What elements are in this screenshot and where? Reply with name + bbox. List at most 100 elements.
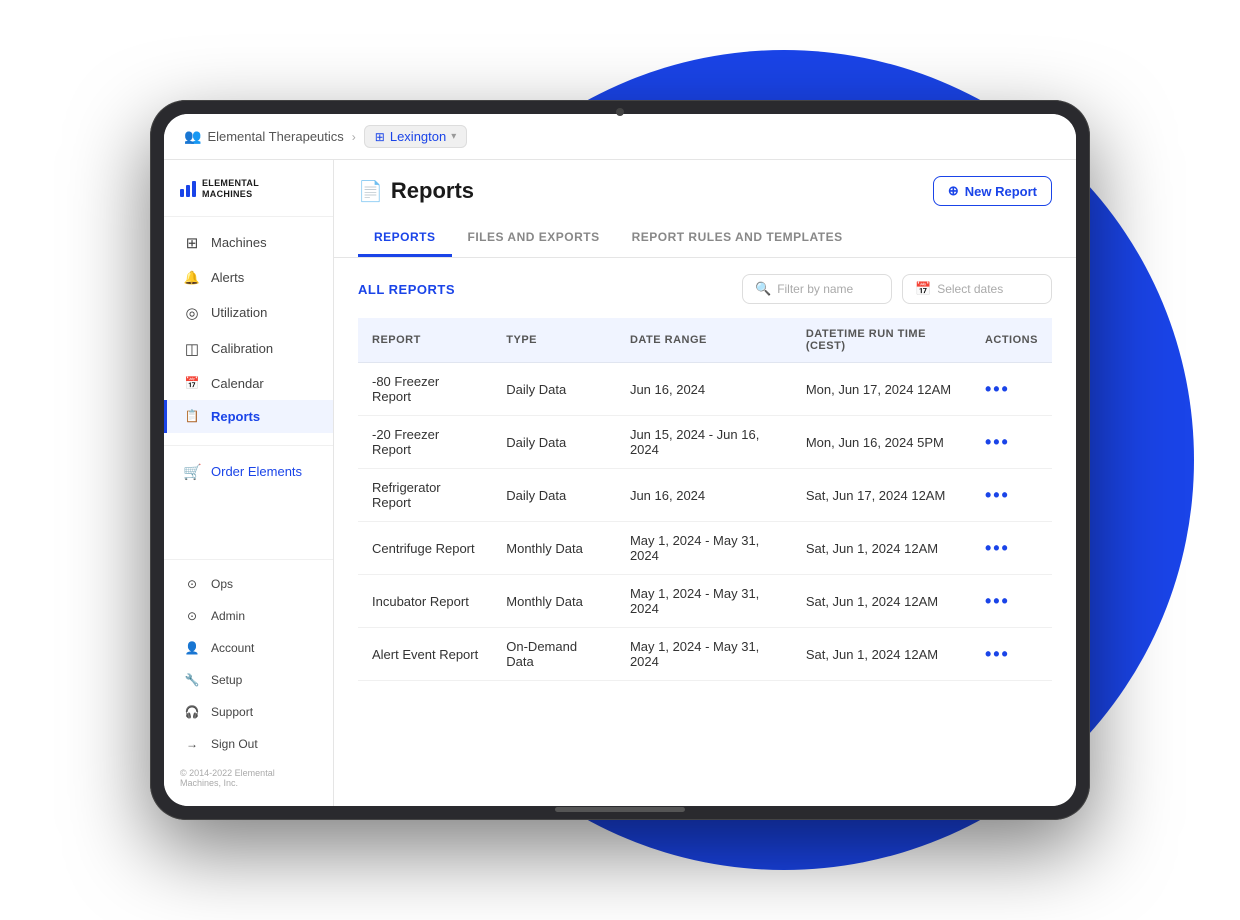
calendar-icon: 📅 [183, 376, 201, 390]
cell-type-4: Monthly Data [492, 575, 616, 628]
content-body: All Reports 🔍 Filter by name 📅 Select da… [334, 258, 1076, 806]
cell-report-1: -20 Freezer Report [358, 416, 492, 469]
sidebar-label-ops: Ops [211, 577, 233, 591]
breadcrumb-location[interactable]: ⊞ Lexington ▾ [364, 125, 467, 148]
search-filter[interactable]: 🔍 Filter by name [742, 274, 892, 304]
org-name[interactable]: Elemental Therapeutics [207, 129, 343, 144]
col-actions: Actions [971, 318, 1052, 363]
grid-icon: ⊞ [375, 130, 385, 144]
sidebar-item-calibration[interactable]: ◫ Calibration [164, 331, 333, 367]
table-body: -80 Freezer Report Daily Data Jun 16, 20… [358, 363, 1052, 681]
tab-reports[interactable]: Reports [358, 220, 452, 257]
alerts-icon: 🔔 [183, 270, 201, 286]
top-bar: 👥 Elemental Therapeutics › ⊞ Lexington ▾ [164, 114, 1076, 160]
cell-datetime-0: Mon, Jun 17, 2024 12AM [792, 363, 971, 416]
sidebar-label-reports: Reports [211, 409, 260, 424]
actions-dots-3[interactable]: ••• [985, 538, 1010, 558]
actions-dots-5[interactable]: ••• [985, 644, 1010, 664]
sidebar-item-account[interactable]: 👤 Account [164, 632, 333, 664]
sidebar-item-admin[interactable]: ⊙ Admin [164, 600, 333, 632]
logo-icon [180, 181, 196, 197]
table-row[interactable]: -80 Freezer Report Daily Data Jun 16, 20… [358, 363, 1052, 416]
sidebar: ELEMENTAL MACHINES ⊞ Machines 🔔 Alerts ◎ [164, 160, 334, 806]
cell-actions-5[interactable]: ••• [971, 628, 1052, 681]
order-elements-icon: 🛒 [183, 463, 201, 481]
cell-report-3: Centrifuge Report [358, 522, 492, 575]
cell-date-range-3: May 1, 2024 - May 31, 2024 [616, 522, 792, 575]
sidebar-item-order-elements[interactable]: 🛒 Order Elements [164, 454, 333, 490]
cell-datetime-4: Sat, Jun 1, 2024 12AM [792, 575, 971, 628]
table-row[interactable]: Incubator Report Monthly Data May 1, 202… [358, 575, 1052, 628]
cell-date-range-4: May 1, 2024 - May 31, 2024 [616, 575, 792, 628]
logo-bar-3 [192, 181, 196, 197]
signout-icon: → [183, 737, 201, 751]
actions-dots-4[interactable]: ••• [985, 591, 1010, 611]
org-icon: 👥 [184, 128, 201, 145]
cell-type-5: On-Demand Data [492, 628, 616, 681]
sidebar-label-calendar: Calendar [211, 376, 264, 391]
cell-type-3: Monthly Data [492, 522, 616, 575]
sidebar-item-utilization[interactable]: ◎ Utilization [164, 295, 333, 331]
cell-datetime-1: Mon, Jun 16, 2024 5PM [792, 416, 971, 469]
ops-icon: ⊙ [183, 577, 201, 591]
admin-icon: ⊙ [183, 609, 201, 623]
sidebar-item-signout[interactable]: → Sign Out [164, 728, 333, 760]
logo-text-line2: MACHINES [202, 189, 259, 200]
chevron-down-icon: ▾ [451, 131, 456, 142]
sidebar-item-reports[interactable]: 📋 Reports [164, 400, 333, 433]
sidebar-item-setup[interactable]: 🔧 Setup [164, 664, 333, 696]
cell-type-2: Daily Data [492, 469, 616, 522]
table-row[interactable]: -20 Freezer Report Daily Data Jun 15, 20… [358, 416, 1052, 469]
account-icon: 👤 [183, 641, 201, 655]
tabs: Reports Files and Exports Report Rules a… [358, 220, 1052, 257]
date-filter[interactable]: 📅 Select dates [902, 274, 1052, 304]
sidebar-label-signout: Sign Out [211, 737, 258, 751]
sidebar-item-ops[interactable]: ⊙ Ops [164, 568, 333, 600]
sidebar-label-setup: Setup [211, 673, 242, 687]
page-title: 📄 Reports [358, 178, 474, 204]
cell-date-range-5: May 1, 2024 - May 31, 2024 [616, 628, 792, 681]
col-date-range: Date Range [616, 318, 792, 363]
cell-report-2: Refrigerator Report [358, 469, 492, 522]
content-area: 📄 Reports ⊕ New Report Reports [334, 160, 1076, 806]
tab-rules-templates[interactable]: Report Rules and Templates [616, 220, 859, 257]
actions-dots-2[interactable]: ••• [985, 485, 1010, 505]
cell-actions-4[interactable]: ••• [971, 575, 1052, 628]
table-row[interactable]: Alert Event Report On-Demand Data May 1,… [358, 628, 1052, 681]
cell-datetime-2: Sat, Jun 17, 2024 12AM [792, 469, 971, 522]
new-report-button[interactable]: ⊕ New Report [933, 176, 1052, 206]
tab-files-exports[interactable]: Files and Exports [452, 220, 616, 257]
cell-actions-2[interactable]: ••• [971, 469, 1052, 522]
sidebar-item-calendar[interactable]: 📅 Calendar [164, 367, 333, 400]
table-row[interactable]: Refrigerator Report Daily Data Jun 16, 2… [358, 469, 1052, 522]
machines-icon: ⊞ [183, 234, 201, 252]
new-report-label: New Report [965, 184, 1037, 199]
sidebar-item-machines[interactable]: ⊞ Machines [164, 225, 333, 261]
cell-report-0: -80 Freezer Report [358, 363, 492, 416]
cell-actions-0[interactable]: ••• [971, 363, 1052, 416]
cell-actions-3[interactable]: ••• [971, 522, 1052, 575]
logo-text-line1: ELEMENTAL [202, 178, 259, 189]
sidebar-label-account: Account [211, 641, 254, 655]
content-header: 📄 Reports ⊕ New Report Reports [334, 160, 1076, 258]
sidebar-label-support: Support [211, 705, 253, 719]
cell-actions-1[interactable]: ••• [971, 416, 1052, 469]
table-row[interactable]: Centrifuge Report Monthly Data May 1, 20… [358, 522, 1052, 575]
sidebar-label-order-elements: Order Elements [211, 464, 302, 479]
page-title-row: 📄 Reports ⊕ New Report [358, 176, 1052, 206]
calibration-icon: ◫ [183, 340, 201, 358]
actions-dots-1[interactable]: ••• [985, 432, 1010, 452]
actions-dots-0[interactable]: ••• [985, 379, 1010, 399]
tablet-frame: 👥 Elemental Therapeutics › ⊞ Lexington ▾ [150, 100, 1090, 820]
sidebar-bottom: ⊙ Ops ⊙ Admin 👤 Account 🔧 Setup [164, 559, 333, 760]
search-placeholder: Filter by name [777, 282, 853, 296]
setup-icon: 🔧 [183, 673, 201, 687]
cell-report-4: Incubator Report [358, 575, 492, 628]
location-label: Lexington [390, 129, 446, 144]
sidebar-item-support[interactable]: 🎧 Support [164, 696, 333, 728]
date-placeholder: Select dates [937, 282, 1003, 296]
reports-table: Report Type Date Range Datetime Run Time… [358, 318, 1052, 681]
sidebar-item-alerts[interactable]: 🔔 Alerts [164, 261, 333, 295]
table-header-row: Report Type Date Range Datetime Run Time… [358, 318, 1052, 363]
page-title-text: Reports [391, 178, 474, 204]
